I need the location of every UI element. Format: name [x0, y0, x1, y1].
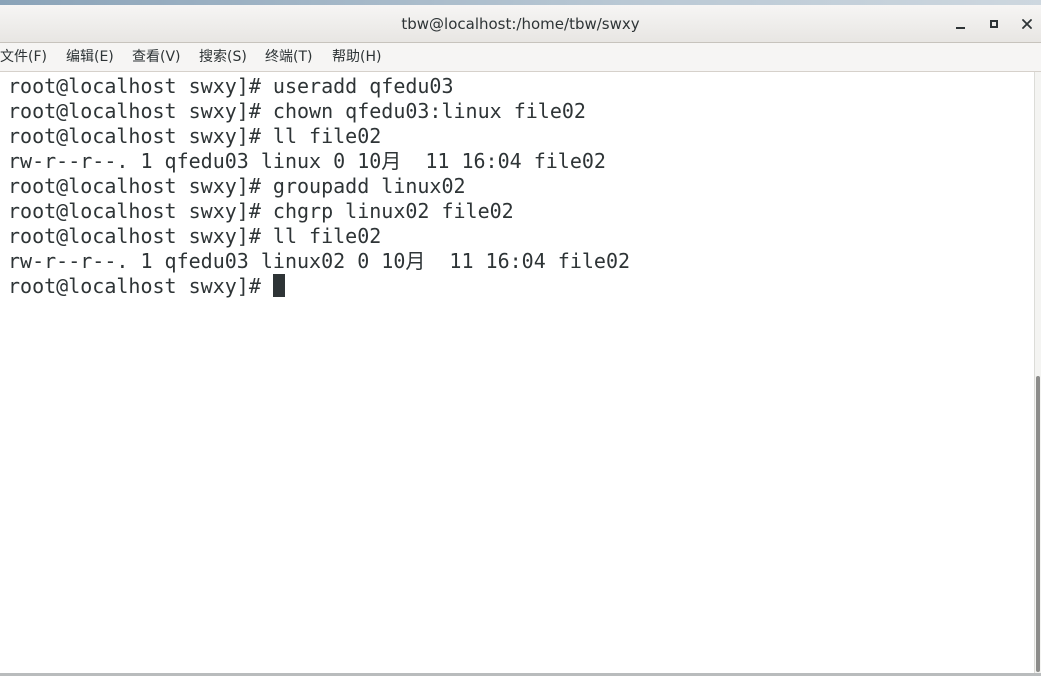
menu-file[interactable]: 文件(F) — [0, 43, 47, 71]
terminal-prompt-line[interactable]: root@localhost swxy]# — [8, 274, 285, 299]
window-title: tbw@localhost:/home/tbw/swxy — [401, 15, 640, 33]
close-icon — [1022, 19, 1032, 29]
terminal-line: root@localhost swxy]# ll file02 — [8, 124, 382, 148]
terminal-prompt: root@localhost swxy]# — [8, 274, 273, 298]
close-button[interactable] — [1014, 12, 1040, 36]
menu-edit[interactable]: 编辑(E) — [66, 43, 114, 71]
menu-search[interactable]: 搜索(S) — [199, 43, 247, 71]
menu-help[interactable]: 帮助(H) — [332, 43, 381, 71]
window-titlebar[interactable]: tbw@localhost:/home/tbw/swxy — [0, 5, 1041, 43]
text-cursor — [272, 274, 285, 297]
scrollbar-thumb[interactable] — [1036, 376, 1040, 672]
terminal-line: rw-r--r--. 1 qfedu03 linux 0 10月 11 16:0… — [8, 149, 606, 173]
terminal-line: root@localhost swxy]# groupadd linux02 — [8, 174, 466, 198]
menu-terminal[interactable]: 终端(T) — [265, 43, 312, 71]
terminal-output[interactable]: root@localhost swxy]# useradd qfedu03 ro… — [0, 72, 1034, 675]
terminal-line: root@localhost swxy]# useradd qfedu03 — [8, 74, 454, 98]
menu-bar: 文件(F) 编辑(E) 查看(V) 搜索(S) 终端(T) 帮助(H) — [0, 43, 1041, 72]
minimize-icon — [955, 27, 965, 29]
terminal-line: root@localhost swxy]# chown qfedu03:linu… — [8, 99, 586, 123]
terminal-line: root@localhost swxy]# chgrp linux02 file… — [8, 199, 514, 223]
terminal-scrollbar[interactable] — [1034, 72, 1041, 675]
maximize-icon — [990, 20, 998, 28]
terminal-line: rw-r--r--. 1 qfedu03 linux02 0 10月 11 16… — [8, 249, 631, 273]
terminal-line: root@localhost swxy]# ll file02 — [8, 224, 382, 248]
minimize-button[interactable] — [947, 12, 973, 36]
menu-view[interactable]: 查看(V) — [132, 43, 181, 71]
maximize-button[interactable] — [981, 12, 1007, 36]
